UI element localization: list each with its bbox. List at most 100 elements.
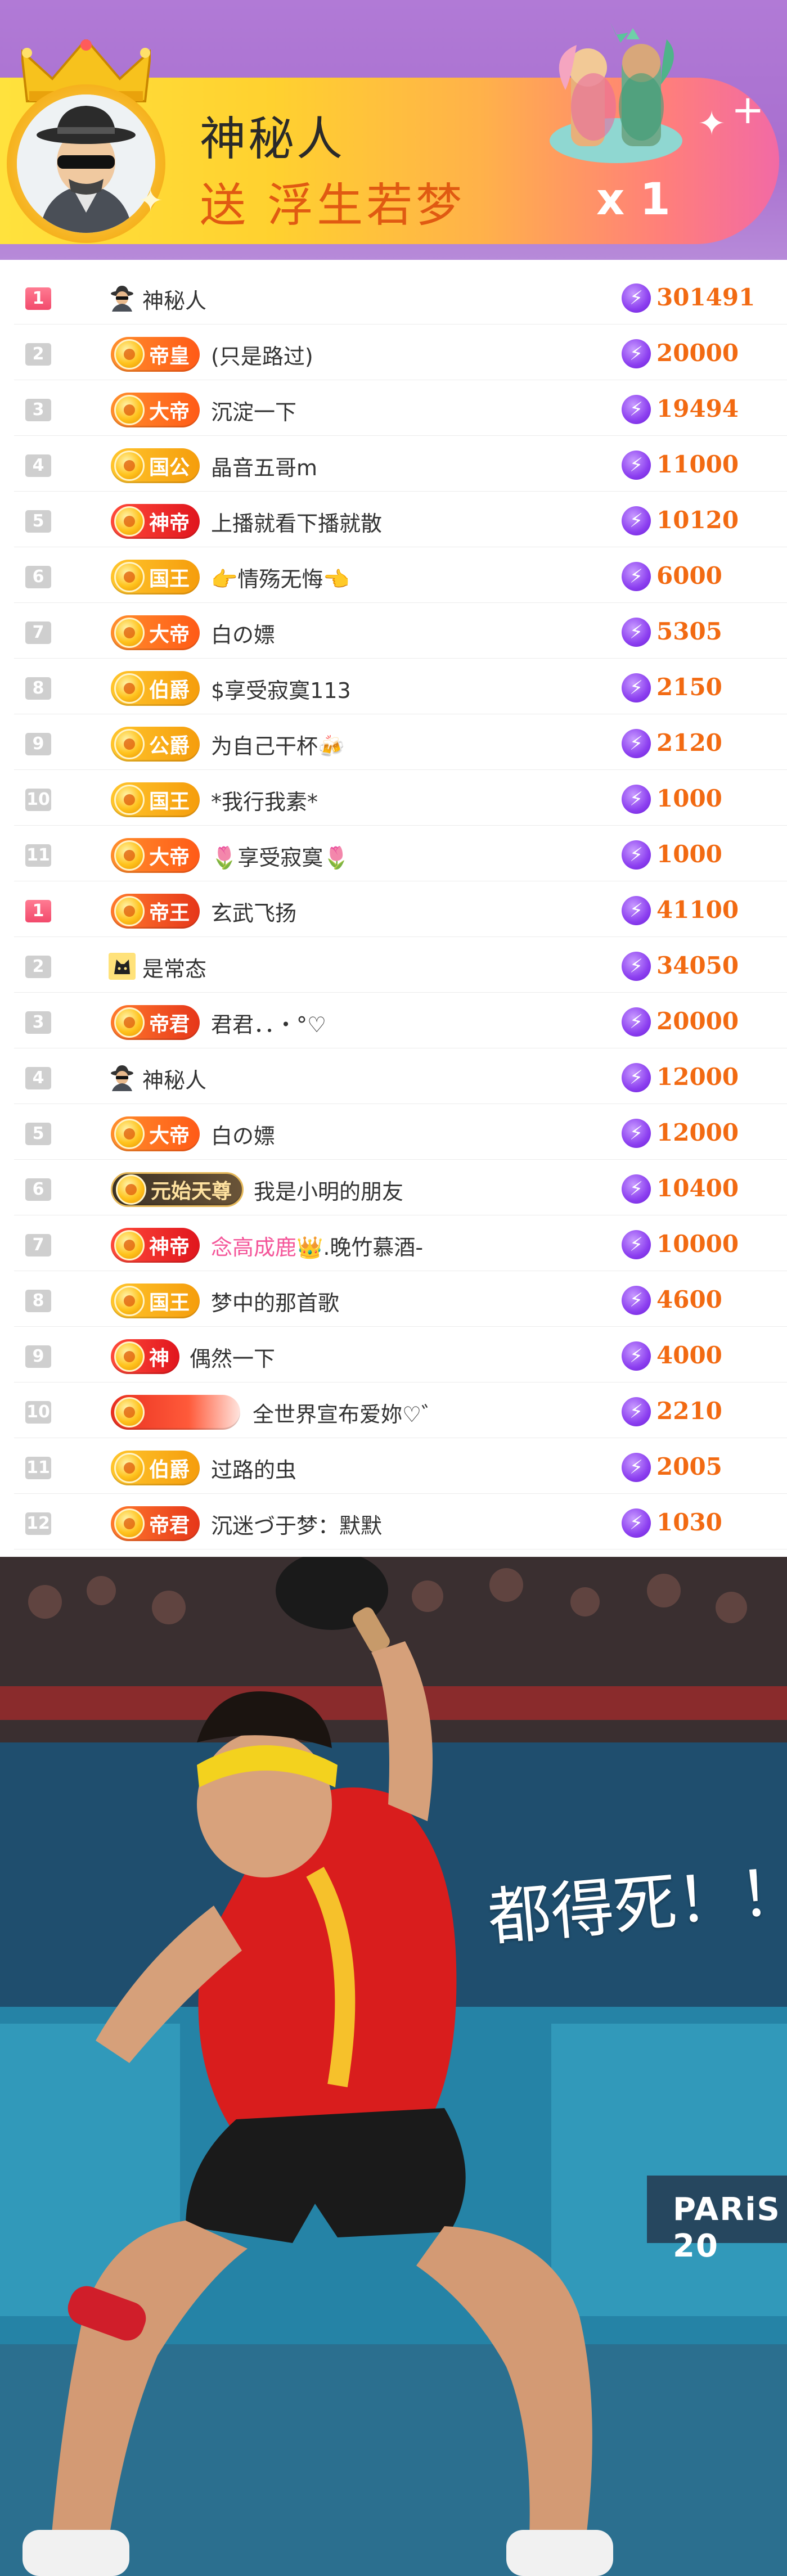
fan-level-badge: 国王 [111, 782, 200, 817]
username[interactable]: 全世界宣布爱妳♡゛ [253, 1397, 443, 1428]
badge-label: 元始天尊 [151, 1180, 232, 1203]
leaderboard-row[interactable]: 8 伯爵 $享受寂寞113 ⚡ 2150 [14, 659, 787, 714]
leaderboard-row[interactable]: 8 国王 梦中的那首歌 ⚡ 4600 [14, 1271, 787, 1327]
badge-label: 神 [149, 1347, 170, 1370]
username[interactable]: 为自己干杯🍻 [211, 729, 344, 760]
username-text: (只是路过) [211, 344, 313, 369]
username[interactable]: 偶然一下 [190, 1341, 275, 1372]
lightning-coin-icon: ⚡ [622, 729, 651, 758]
badge-emblem-icon [114, 840, 145, 871]
username[interactable]: 沉迷づ于梦：默默 [211, 1508, 382, 1539]
leaderboard-row[interactable]: 4 神秘人 ⚡ 12000 [14, 1048, 787, 1104]
username[interactable]: 念高成鹿👑.晚竹慕酒- [211, 1230, 423, 1261]
rank-number: 10 [25, 789, 51, 811]
leaderboard-row[interactable]: 11 大帝 🌷享受寂寞🌷 ⚡ 1000 [14, 826, 787, 881]
username[interactable]: 我是小明的朋友 [254, 1174, 403, 1205]
leaderboard-row[interactable]: 1 神秘人 ⚡ 301491 [14, 269, 787, 325]
badge-emblem-icon [114, 785, 145, 815]
lightning-coin-icon: ⚡ [622, 283, 651, 313]
leaderboard-row[interactable]: 6 元始天尊 我是小明的朋友 ⚡ 10400 [14, 1160, 787, 1215]
fan-level-badge: 大帝 [111, 615, 200, 650]
username[interactable]: 👉情殇无悔👈 [211, 562, 350, 593]
contribution-score: 12000 [656, 1063, 739, 1091]
badge-label: 伯爵 [149, 679, 190, 702]
badge-emblem-icon [114, 1508, 145, 1539]
username[interactable]: 🌷享受寂寞🌷 [211, 840, 350, 871]
fan-level-badge: 国公 [111, 448, 200, 483]
lightning-coin-icon: ⚡ [622, 395, 651, 424]
leaderboard-row[interactable]: 11 伯爵 过路的虫 ⚡ 2005 [14, 1438, 787, 1494]
gift-description: 送 浮生若梦 [200, 179, 466, 232]
leaderboard-row[interactable]: 3 帝君 君君．．・°♡ ⚡ 20000 [14, 993, 787, 1048]
leaderboard-row[interactable]: 9 神偶然一下 ⚡ 4000 [14, 1327, 787, 1382]
leaderboard-row[interactable]: 5 神帝 上播就看下播就散 ⚡ 10120 [14, 492, 787, 547]
contribution-score: 12000 [656, 1119, 739, 1146]
username[interactable]: $享受寂寞113 [211, 673, 351, 704]
lightning-coin-icon: ⚡ [622, 673, 651, 702]
lightning-coin-icon: ⚡ [622, 840, 651, 870]
username[interactable]: 梦中的那首歌 [211, 1286, 339, 1317]
badge-emblem-icon [114, 506, 145, 537]
username[interactable]: 玄武飞扬 [211, 896, 296, 927]
leaderboard-row[interactable]: 1 帝王 玄武飞扬 ⚡ 41100 [14, 881, 787, 937]
table-tennis-player-image [0, 1557, 787, 2576]
leaderboard-row[interactable]: 7 大帝 白の嫖 ⚡ 5305 [14, 603, 787, 659]
badge-emblem-icon [114, 673, 145, 704]
username[interactable]: 上播就看下播就散 [211, 506, 382, 537]
leaderboard-row[interactable]: 9 公爵 为自己干杯🍻 ⚡ 2120 [14, 714, 787, 770]
sender-avatar[interactable] [17, 94, 155, 233]
leaderboard-row[interactable]: 5 大帝 白の嫖 ⚡ 12000 [14, 1104, 787, 1160]
badge-label: 国王 [149, 1291, 190, 1314]
username[interactable]: *我行我素* [211, 785, 318, 816]
username[interactable]: 晶音五哥m [211, 451, 317, 481]
lightning-coin-icon: ⚡ [622, 1286, 651, 1315]
username-text: 晶音五哥m [211, 456, 318, 480]
lightning-coin-icon: ⚡ [622, 1119, 651, 1148]
leaderboard-row[interactable]: 3 大帝 沉淀一下 ⚡ 19494 [14, 380, 787, 436]
leaderboard-row[interactable]: 12 帝君 沉迷づ于梦：默默 ⚡ 1030 [14, 1494, 787, 1550]
username[interactable]: 白の嫖 [211, 618, 275, 648]
username[interactable]: 是常态 [142, 952, 206, 983]
username[interactable]: 白の嫖 [211, 1119, 275, 1150]
sparkle-icon: + [731, 87, 764, 133]
fan-level-badge: 帝皇 [111, 337, 200, 372]
username-text: 过路的虫 [211, 1458, 297, 1483]
paris-sign: PARiS 20 [673, 2191, 781, 2264]
username-text: 神秘人 [142, 289, 207, 313]
gift-count: x 1 [596, 174, 671, 225]
badge-label: 国公 [149, 456, 190, 479]
lightning-coin-icon: ⚡ [622, 451, 651, 480]
badge-emblem-icon [114, 1119, 145, 1149]
fan-level-badge: 神 [111, 1339, 180, 1374]
leaderboard-row[interactable]: 10 国王 *我行我素* ⚡ 1000 [14, 770, 787, 826]
leaderboard-row[interactable]: 4 国公 晶音五哥m ⚡ 11000 [14, 436, 787, 492]
mystery-person-icon [109, 1064, 136, 1091]
contribution-score: 6000 [656, 562, 722, 589]
fan-level-badge: 国王 [111, 1284, 200, 1318]
badge-label: 帝王 [149, 902, 190, 925]
gift-banner: 神秘人 送 浮生若梦 ✦ + ✦ x 1 [0, 0, 787, 260]
username[interactable]: 神秘人 [142, 1063, 206, 1094]
rank-number: 2 [25, 956, 51, 978]
contribution-score: 34050 [656, 952, 739, 979]
fan-level-badge: 帝君 [111, 1005, 200, 1040]
username[interactable]: 沉淀一下 [211, 395, 296, 426]
leaderboard-row[interactable]: 7 神帝 念高成鹿👑.晚竹慕酒- ⚡ 10000 [14, 1215, 787, 1271]
username[interactable]: (只是路过) [211, 339, 313, 370]
contribution-score: 10120 [656, 506, 739, 534]
username[interactable]: 君君．．・°♡ [211, 1007, 326, 1038]
username-text: 神秘人 [142, 1068, 207, 1093]
leaderboard-row[interactable]: 10 全世界宣布爱妳♡゛ ⚡ 2210 [14, 1382, 787, 1438]
contribution-score: 1000 [656, 840, 722, 868]
badge-emblem-icon [114, 395, 145, 425]
leaderboard-row[interactable]: 6 国王 👉情殇无悔👈 ⚡ 6000 [14, 547, 787, 603]
gift-sender-name: 神秘人 [200, 112, 345, 166]
username-text: 👉情殇无悔👈 [211, 567, 350, 592]
badge-emblem-icon [114, 451, 145, 481]
leaderboard-row[interactable]: 2 是常态 ⚡ 34050 [14, 937, 787, 993]
username[interactable]: 过路的虫 [211, 1453, 296, 1484]
leaderboard-row[interactable]: 2 帝皇 (只是路过) ⚡ 20000 [14, 325, 787, 380]
username[interactable]: 神秘人 [142, 283, 206, 314]
mystery-person-icon [109, 285, 136, 312]
rank-number: 3 [25, 399, 51, 421]
